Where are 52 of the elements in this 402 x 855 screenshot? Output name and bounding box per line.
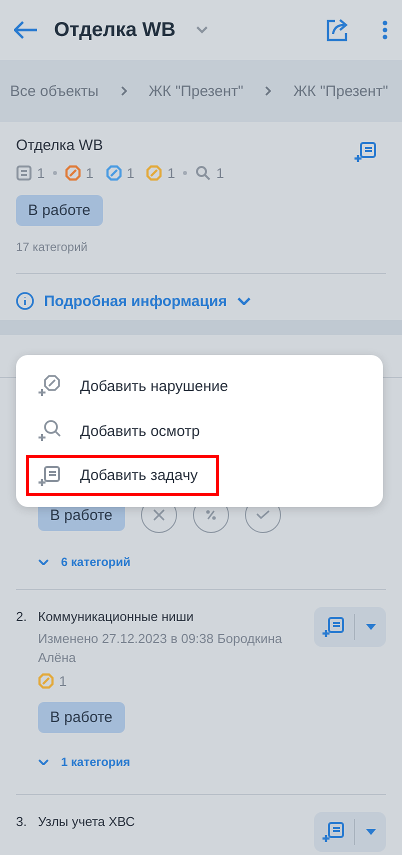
add-task-icon — [354, 140, 378, 164]
add-task-icon — [322, 820, 346, 844]
chevron-down-icon — [196, 26, 208, 34]
card-title: Отделка WB — [16, 137, 103, 154]
menu-item[interactable]: Добавить осмотр — [26, 410, 373, 452]
share-button[interactable] — [324, 17, 350, 43]
section-title: Узлы учета ХВС — [38, 814, 136, 829]
caret-icon — [366, 624, 376, 630]
categories-toggle[interactable]: 1 категория — [38, 755, 130, 769]
chevron-down-icon — [38, 558, 49, 566]
counter-value: 1 — [216, 165, 224, 181]
more-menu-button[interactable] — [382, 20, 388, 40]
document-icon — [16, 165, 32, 181]
menu-item[interactable]: Добавить задачу — [26, 455, 219, 496]
add-inspection-icon — [38, 419, 62, 443]
counter-value: 1 — [37, 165, 45, 181]
categories-toggle[interactable]: 6 категорий — [38, 555, 130, 569]
info-icon — [16, 292, 34, 310]
caret-icon — [366, 829, 376, 835]
add-task-button[interactable] — [354, 140, 378, 164]
category-count: 17 категорий — [16, 240, 88, 254]
more-vertical-icon — [382, 20, 388, 40]
details-toggle[interactable]: Подробная информация — [16, 292, 251, 310]
chevron-down-icon — [236, 296, 251, 306]
back-arrow-icon — [14, 21, 38, 39]
add-task-icon — [322, 615, 346, 639]
add-task-split-button[interactable] — [314, 812, 386, 852]
counter-value: 1 — [86, 165, 94, 181]
share-icon — [324, 17, 350, 43]
item-number: 2. — [16, 609, 27, 624]
percent-icon — [204, 509, 217, 521]
chevron-right-icon — [265, 86, 272, 96]
chevron-right-icon — [120, 86, 127, 96]
chevron-down-icon — [38, 758, 49, 766]
item-number: 3. — [16, 814, 27, 829]
status-button[interactable]: В работе — [16, 195, 103, 226]
section-title: Коммуникационные ниши — [38, 609, 195, 624]
menu-item[interactable]: Добавить нарушение — [26, 366, 373, 407]
counter-value: 1 — [126, 165, 134, 181]
add-violation-icon — [38, 374, 62, 398]
title-dropdown-button[interactable] — [196, 26, 208, 34]
add-task-icon — [38, 464, 62, 488]
modified-info: Изменено 27.12.2023 в 09:38 Бородкина Алёна — [38, 630, 284, 667]
status-button[interactable]: В работе — [38, 702, 125, 733]
counter-value: 1 — [59, 673, 67, 689]
close-icon — [152, 509, 165, 521]
page-title: Отделка WB — [54, 18, 176, 42]
add-task-split-button[interactable] — [314, 607, 386, 647]
back-button[interactable] — [14, 21, 38, 39]
counter-value: 1 — [167, 165, 176, 181]
check-icon — [256, 510, 270, 520]
search-icon — [195, 165, 212, 181]
